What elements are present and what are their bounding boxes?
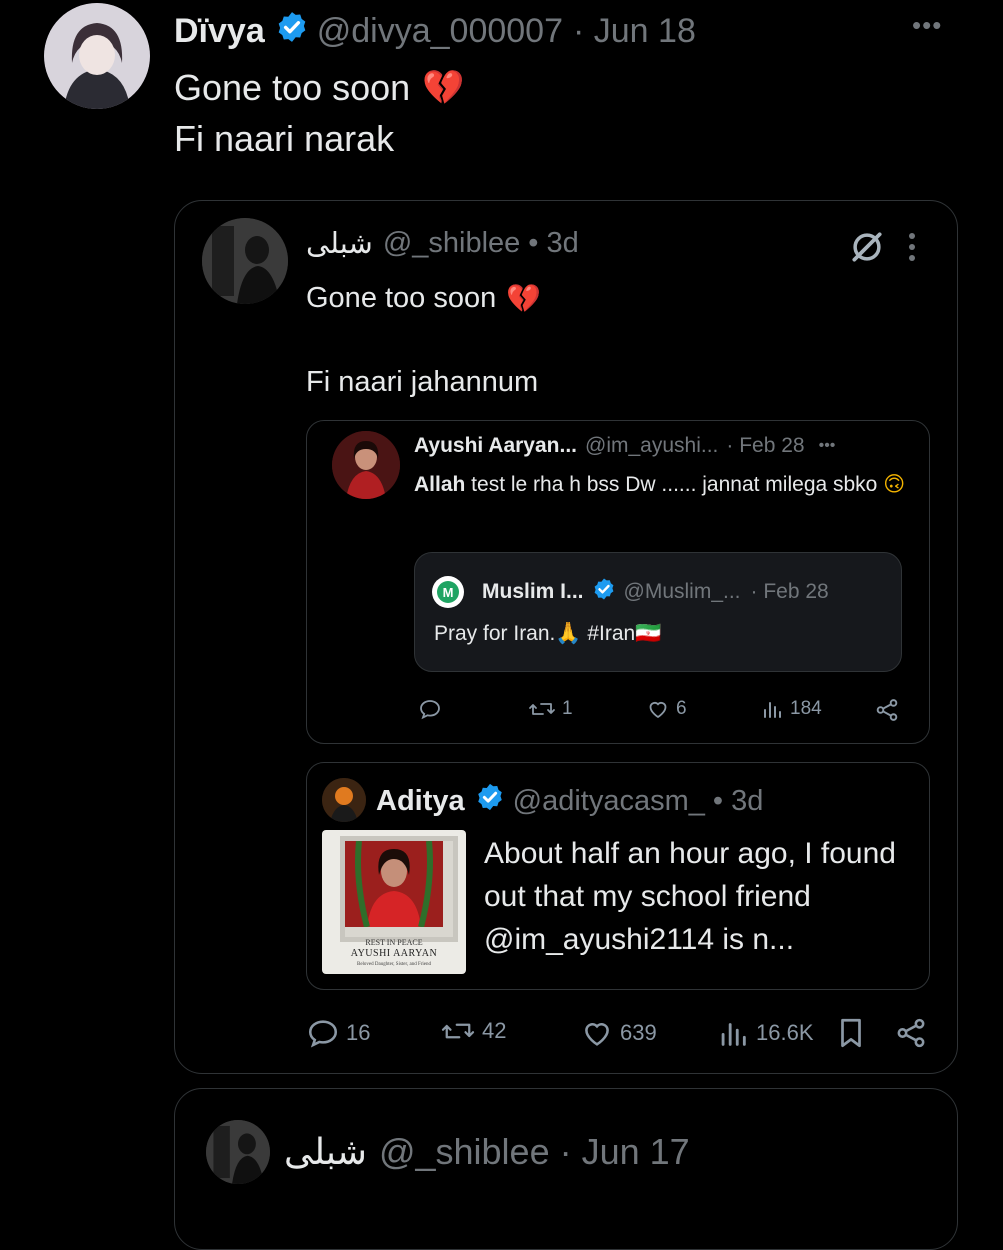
ayushi-name[interactable]: Ayushi Aaryan... <box>414 434 577 458</box>
ayushi-text: test le rha h bss Dw ...... jannat mileg… <box>465 473 878 496</box>
ayushi-handle[interactable]: @im_ayushi... <box>585 434 718 458</box>
repost-count: 42 <box>482 1018 507 1043</box>
broken-heart-emoji: 💔 <box>506 282 542 314</box>
shiblee-avatar[interactable] <box>202 218 288 304</box>
reply-icon <box>420 700 440 720</box>
like-button[interactable]: 639 <box>580 1016 657 1050</box>
reply-icon <box>308 1020 338 1048</box>
heart-icon <box>585 1023 609 1046</box>
views-icon <box>764 702 781 718</box>
reply-count: 16 <box>346 1020 371 1045</box>
like-button[interactable]: 6 <box>646 697 687 721</box>
view-count: 184 <box>790 698 822 719</box>
ayushi-avatar[interactable] <box>332 431 400 499</box>
repost-icon <box>529 703 555 715</box>
poster-line2: AYUSHI AARYAN <box>350 948 438 959</box>
quote-author-handle[interactable]: @_shiblee <box>383 227 520 260</box>
verified-badge-icon <box>592 577 616 607</box>
share-icon <box>876 699 898 721</box>
grok-icon[interactable] <box>848 228 886 271</box>
repost-button[interactable]: 42 <box>440 1016 506 1046</box>
portrait-photo <box>345 841 443 927</box>
muslim-tweet-card[interactable] <box>414 552 902 672</box>
ayushi-text-bold: Allah <box>414 473 466 496</box>
poster-line3: Beloved Daughter, Sister, and Friend <box>356 962 432 967</box>
quote-line1: Gone too soon <box>306 281 497 314</box>
views-button[interactable]: 16.6K <box>716 1016 814 1050</box>
next-author-handle[interactable]: @_shiblee <box>379 1131 550 1173</box>
views-button[interactable]: 184 <box>760 697 822 721</box>
quote-line2: Fi naari jahannum <box>306 366 539 398</box>
main-author-handle[interactable]: @divya_000007 <box>317 12 563 51</box>
main-tweet-line2: Fi naari narak <box>174 118 395 159</box>
muslim-date: · Feb 28 <box>750 580 829 603</box>
rip-poster-image[interactable]: REST IN PEACE AYUSHI AARYAN Beloved Daug… <box>322 830 466 974</box>
views-icon <box>721 1023 746 1046</box>
aditya-time: • 3d <box>712 784 764 817</box>
divya-avatar[interactable] <box>44 3 150 109</box>
bookmark-button[interactable] <box>836 1016 866 1050</box>
more-options-icon[interactable]: ••• <box>912 10 942 41</box>
repost-icon <box>441 1023 475 1039</box>
upside-down-emoji: 🙃 <box>883 473 906 496</box>
muslim-avatar[interactable]: M <box>432 576 464 608</box>
aditya-avatar[interactable] <box>322 778 366 822</box>
muslim-avatar-letter: M <box>437 581 459 603</box>
vertical-more-icon[interactable] <box>906 230 918 269</box>
like-count: 6 <box>676 698 687 719</box>
aditya-name[interactable]: Aditya <box>376 785 465 818</box>
muslim-text: Pray for Iran.🙏 #Iran🇮🇷 <box>434 622 662 645</box>
like-count: 639 <box>620 1020 657 1045</box>
verified-badge-icon <box>275 10 309 53</box>
ayushi-date: · Feb 28 <box>726 434 805 457</box>
main-author-name[interactable]: Dïvya <box>174 12 265 51</box>
more-options-icon[interactable]: ••• <box>819 437 836 455</box>
share-icon <box>897 1018 925 1048</box>
muslim-handle[interactable]: @Muslim_... <box>624 580 741 604</box>
quote-author-name[interactable]: شبلى <box>306 226 373 261</box>
reply-button[interactable]: 16 <box>306 1016 370 1050</box>
poster-line1: REST IN PEACE <box>365 938 423 947</box>
repost-count: 1 <box>562 698 573 719</box>
repost-button[interactable]: 1 <box>528 697 573 721</box>
verified-badge-icon <box>475 782 505 820</box>
reply-button[interactable] <box>418 697 442 721</box>
broken-heart-emoji: 💔 <box>422 69 465 107</box>
bookmark-icon <box>841 1018 861 1048</box>
quote-time: • 3d <box>528 226 579 259</box>
next-author-name[interactable]: شبلى <box>284 1131 367 1173</box>
aditya-text: About half an hour ago, I found out that… <box>484 837 896 956</box>
view-count: 16.6K <box>756 1020 814 1045</box>
heart-icon <box>649 701 667 719</box>
aditya-handle[interactable]: @adityacasm_ <box>513 785 705 818</box>
share-button[interactable] <box>894 1016 928 1050</box>
shiblee-avatar[interactable] <box>206 1120 270 1184</box>
muslim-name[interactable]: Muslim I... <box>482 580 584 604</box>
next-date: · Jun 17 <box>559 1131 690 1172</box>
main-tweet-date[interactable]: · Jun 18 <box>573 12 696 51</box>
main-tweet-line1: Gone too soon <box>174 67 411 108</box>
share-button[interactable] <box>874 697 900 723</box>
